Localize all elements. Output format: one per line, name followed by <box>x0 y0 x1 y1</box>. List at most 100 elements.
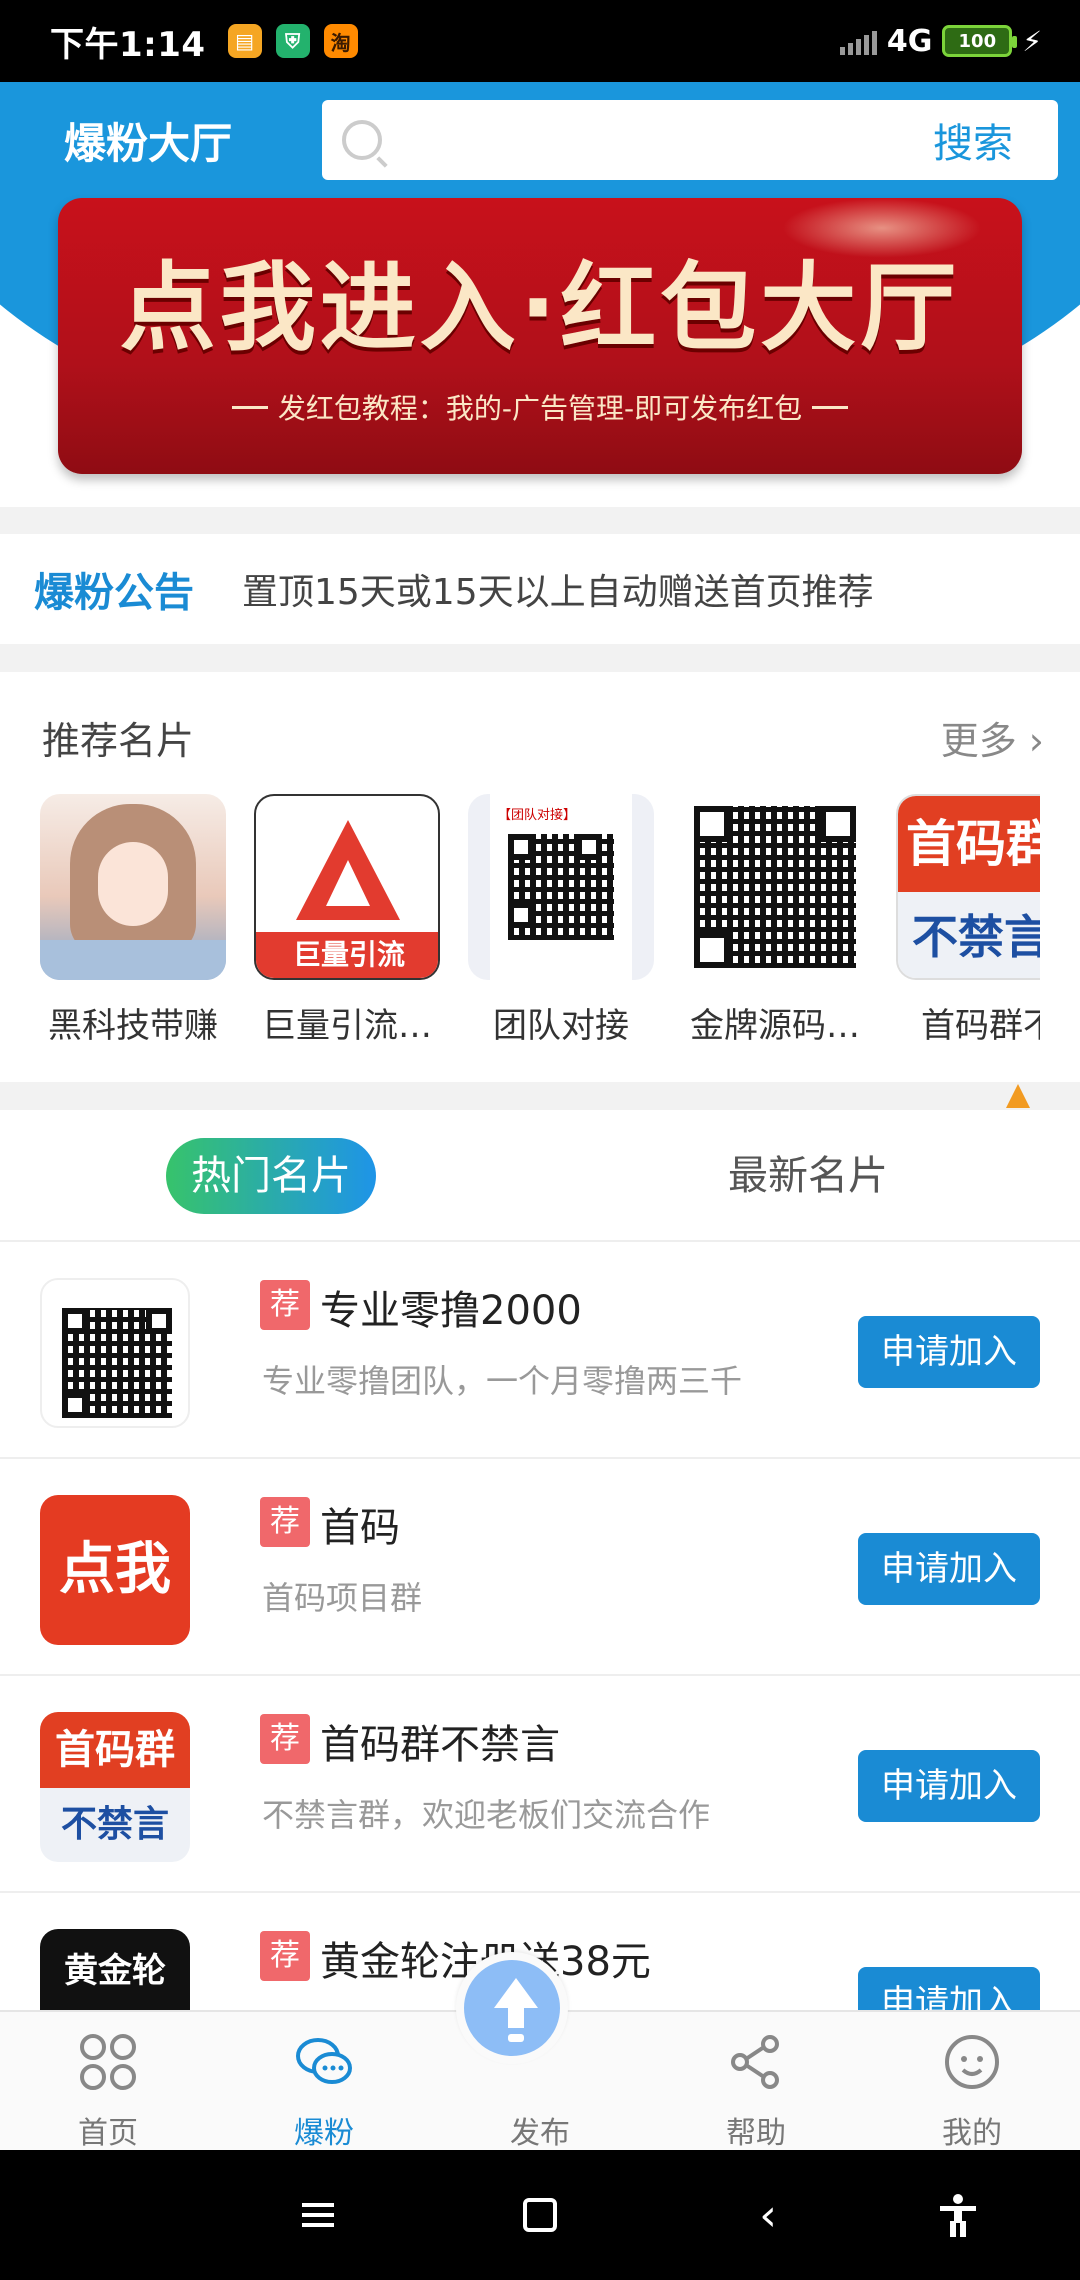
card-logo-top: 首码群 <box>898 796 1040 892</box>
network-type: 4G <box>886 23 933 59</box>
chat-bubbles-icon <box>296 2038 352 2084</box>
item-qr-thumbnail <box>40 1278 190 1428</box>
app-screen: 下午1:14 ▤ ⛨ 淘 4G 100 ⚡ 爆粉大厅 搜索 点我进入·红包大厅 <box>0 0 1080 2280</box>
apply-join-button[interactable]: 申请加入 <box>858 1967 1040 2010</box>
card-list: 荐 专业零撸2000 专业零撸团队，一个月零撸两三千 申请加入 点我 荐 首码 … <box>0 1242 1080 2010</box>
announcement-text: 置顶15天或15天以上自动赠送首页推荐 <box>242 572 874 613</box>
battery-level: 100 <box>958 30 997 52</box>
apply-join-button[interactable]: 申请加入 <box>858 1316 1040 1388</box>
item-title: 专业零撸2000 <box>320 1288 582 1334</box>
red-packet-banner[interactable]: 点我进入·红包大厅 发红包教程：我的-广告管理-即可发布红包 <box>58 198 1022 474</box>
card-avatar-photo <box>40 794 226 980</box>
item-title: 首码群不禁言 <box>320 1722 560 1768</box>
recommend-badge: 荐 <box>260 1497 310 1547</box>
list-item[interactable]: 首码群 不禁言 荐 首码群不禁言 不禁言群，欢迎老板们交流合作 申请加入 <box>0 1676 1080 1893</box>
card-tabs: 热门名片 最新名片 <box>0 1110 1080 1242</box>
card-qr-image <box>682 794 868 980</box>
nav-label: 帮助 <box>726 2116 786 2151</box>
menu-icon[interactable] <box>288 2188 348 2242</box>
share-icon <box>731 2035 779 2089</box>
card-name: 首码群不 <box>921 1006 1040 1046</box>
recommend-badge: 荐 <box>260 1280 310 1330</box>
nav-home[interactable]: 首页 <box>28 2012 188 2152</box>
banner-subtitle-row: 发红包教程：我的-广告管理-即可发布红包 <box>58 387 1022 427</box>
recommended-card[interactable]: 金牌源码… <box>682 794 868 1054</box>
charging-icon: ⚡ <box>1022 24 1042 58</box>
apply-join-button[interactable]: 申请加入 <box>858 1750 1040 1822</box>
recommended-list: 黑科技带赚 巨量引流 巨量引流… 【团队对接】 团队对接 金牌源码… 首码 不禁… <box>40 794 1040 1054</box>
more-label: 更多 <box>940 718 1017 763</box>
item-title: 首码 <box>320 1505 400 1551</box>
nav-fans[interactable]: 爆粉 <box>244 2012 404 2152</box>
tab-new-cards[interactable]: 最新名片 <box>728 1138 888 1214</box>
tab-hot-cards[interactable]: 热门名片 <box>166 1138 376 1214</box>
accessibility-icon[interactable] <box>928 2188 988 2242</box>
nav-mine[interactable]: 我的 <box>892 2012 1052 2152</box>
item-description: 专业零撸团队，一个月零撸两三千 <box>262 1362 743 1400</box>
grid-icon <box>80 2034 136 2090</box>
list-item[interactable]: 荐 专业零撸2000 专业零撸团队，一个月零撸两三千 申请加入 <box>0 1242 1080 1459</box>
status-right: 4G 100 ⚡ <box>839 23 1042 59</box>
face-icon <box>945 2035 999 2089</box>
search-input[interactable] <box>398 110 908 170</box>
divider <box>231 405 268 409</box>
status-time: 下午1:14 <box>50 24 206 65</box>
back-icon[interactable]: ‹ <box>738 2188 798 2242</box>
nav-publish[interactable]: 发布 <box>456 1952 620 2152</box>
recommended-section: 推荐名片 更多 › 黑科技带赚 巨量引流 巨量引流… 【团队对接】 团队对接 金… <box>0 672 1080 1082</box>
banner-shine <box>782 198 982 258</box>
card-name: 黑科技带赚 <box>48 1006 218 1046</box>
shield-app-icon: ⛨ <box>275 24 310 58</box>
nav-label: 首页 <box>78 2116 138 2151</box>
recommend-badge: 荐 <box>260 1931 310 1981</box>
recommended-card[interactable]: 首码群 不禁言 首码群不 <box>896 794 1040 1054</box>
recommended-card[interactable]: 巨量引流 巨量引流… <box>254 794 440 1054</box>
nav-help[interactable]: 帮助 <box>676 2012 836 2152</box>
banner-subtitle: 发红包教程：我的-广告管理-即可发布红包 <box>277 392 803 425</box>
item-description: 首码项目群 <box>262 1579 423 1617</box>
thumb-top-text: 首码群 <box>40 1712 190 1788</box>
signal-icon <box>839 27 877 55</box>
card-name: 金牌源码… <box>690 1006 860 1046</box>
apply-join-button[interactable]: 申请加入 <box>858 1533 1040 1605</box>
notes-app-icon: ▤ <box>227 24 262 58</box>
more-link[interactable]: 更多 › <box>941 710 1044 765</box>
status-bar: 下午1:14 ▤ ⛨ 淘 4G 100 ⚡ <box>0 0 1080 82</box>
announcement-bar[interactable]: 爆粉公告 置顶15天或15天以上自动赠送首页推荐 <box>0 534 1080 644</box>
recommended-card[interactable]: 黑科技带赚 <box>40 794 226 1054</box>
taobao-app-icon: 淘 <box>323 24 358 58</box>
thumb-bottom-text: 不禁言 <box>40 1788 190 1862</box>
item-thumbnail: 点我 <box>40 1495 190 1645</box>
page-title: 爆粉大厅 <box>64 118 233 168</box>
battery-icon: 100 <box>942 25 1018 57</box>
system-nav-bar: ‹ <box>0 2150 1080 2280</box>
card-name: 巨量引流… <box>262 1006 432 1046</box>
recommended-header: 推荐名片 更多 › <box>0 672 1080 802</box>
list-item[interactable]: 点我 荐 首码 首码项目群 申请加入 <box>0 1459 1080 1676</box>
bottom-nav: 首页 爆粉 发布 帮助 我的 <box>0 1952 1080 2152</box>
top-header: 爆粉大厅 搜索 <box>0 82 1080 198</box>
hero-section: 爆粉大厅 搜索 点我进入·红包大厅 发红包教程：我的-广告管理-即可发布红包 <box>0 82 1080 507</box>
search-icon <box>342 120 382 160</box>
divider <box>812 405 849 409</box>
square-icon <box>523 2198 557 2232</box>
card-qr-image: 【团队对接】 <box>468 794 654 980</box>
recommended-title: 推荐名片 <box>42 718 195 763</box>
search-button[interactable]: 搜索 <box>908 111 1038 169</box>
item-thumbnail: 首码群 不禁言 <box>40 1712 190 1862</box>
card-qr-caption: 【团队对接】 <box>498 808 577 823</box>
item-thumbnail: 黄金轮 <box>40 1929 190 2010</box>
nav-label: 发布 <box>510 2116 570 2151</box>
card-logo: 巨量引流 <box>254 794 440 980</box>
nav-label: 爆粉 <box>294 2116 354 2151</box>
recommended-card[interactable]: 【团队对接】 团队对接 <box>468 794 654 1054</box>
card-logo-bottom: 不禁言 <box>898 892 1040 978</box>
item-description: 不禁言群，欢迎老板们交流合作 <box>262 1796 711 1834</box>
recommend-badge: 荐 <box>260 1714 310 1764</box>
upload-icon <box>456 1952 568 2064</box>
search-bar[interactable]: 搜索 <box>322 100 1058 180</box>
card-logo-text: 巨量引流 <box>256 932 438 978</box>
nav-label: 我的 <box>942 2116 1002 2151</box>
announcement-label: 爆粉公告 <box>34 570 194 616</box>
home-button[interactable] <box>510 2188 570 2242</box>
